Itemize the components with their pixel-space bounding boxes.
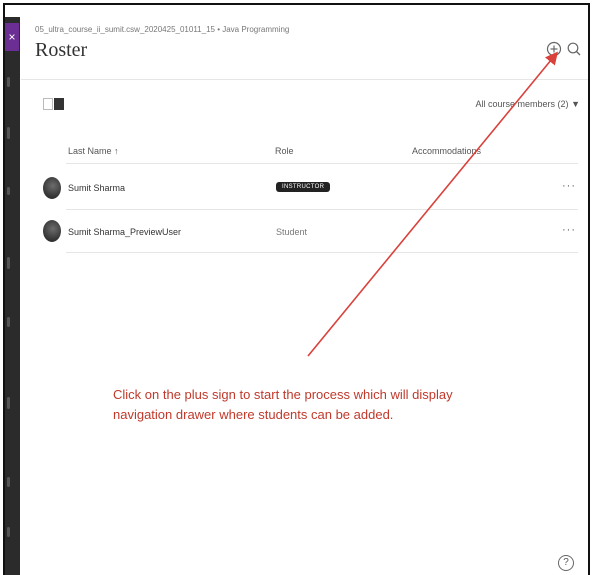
- screenshot-frame: × 05_ultra_course_ii_sumit.csw_2020425_0…: [3, 3, 590, 575]
- chevron-down-icon: ▼: [571, 99, 580, 109]
- page-title: Roster: [35, 39, 88, 61]
- member-filter-dropdown[interactable]: All course members (2) ▼: [476, 99, 580, 109]
- view-toggle: [43, 98, 65, 112]
- plus-circle-icon[interactable]: [546, 41, 562, 57]
- column-header-accommodations: Accommodations: [412, 146, 482, 156]
- strip-mark: [7, 127, 10, 139]
- strip-mark: [7, 257, 10, 269]
- role-text: Student: [276, 227, 308, 237]
- strip-mark: [7, 77, 10, 87]
- avatar: [43, 220, 61, 242]
- column-header-last-name[interactable]: Last Name ↑: [68, 146, 119, 156]
- header-divider: [21, 79, 588, 80]
- row-more-options-button[interactable]: ···: [562, 180, 576, 192]
- member-name[interactable]: Sumit Sharma: [68, 183, 125, 193]
- strip-mark: [7, 527, 10, 537]
- column-header-role: Role: [275, 146, 294, 156]
- grid-view-icon[interactable]: [43, 98, 53, 110]
- table-row-divider: [66, 252, 578, 253]
- breadcrumb: 05_ultra_course_ii_sumit.csw_2020425_010…: [35, 25, 290, 34]
- table-divider: [66, 163, 578, 164]
- help-icon[interactable]: ?: [558, 555, 574, 571]
- search-icon-graphic: [567, 42, 581, 56]
- plus-circle-icon-graphic: [546, 41, 562, 57]
- strip-mark: [7, 477, 10, 487]
- filter-label: All course members (2): [475, 99, 569, 109]
- row-more-options-button[interactable]: ···: [562, 224, 576, 236]
- instruction-annotation: Click on the plus sign to start the proc…: [113, 387, 453, 422]
- search-icon[interactable]: [566, 41, 582, 57]
- strip-mark: [7, 187, 10, 195]
- role-badge-instructor: INSTRUCTOR: [276, 182, 331, 192]
- strip-mark: [7, 397, 10, 409]
- list-view-icon[interactable]: [54, 98, 64, 110]
- strip-mark: [7, 317, 10, 327]
- table-row-divider: [66, 209, 578, 210]
- roster-panel: 05_ultra_course_ii_sumit.csw_2020425_010…: [21, 17, 588, 575]
- close-panel-button[interactable]: ×: [5, 23, 19, 51]
- member-name[interactable]: Sumit Sharma_PreviewUser: [68, 227, 181, 237]
- left-course-strip: [5, 17, 20, 575]
- avatar: [43, 177, 61, 199]
